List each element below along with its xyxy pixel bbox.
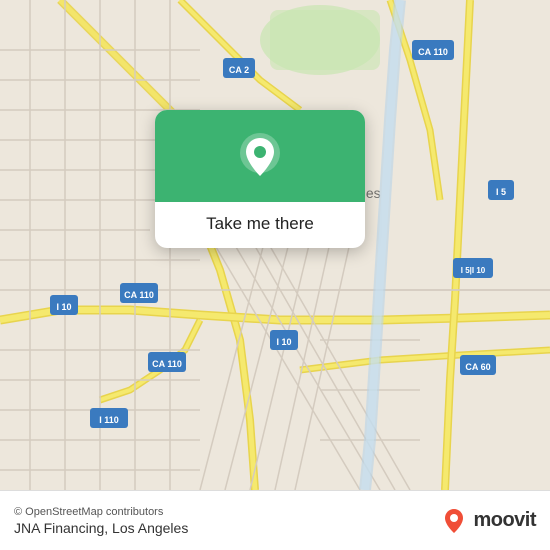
action-card[interactable]: Take me there xyxy=(155,110,365,248)
card-green-area xyxy=(155,110,365,202)
svg-text:I 10: I 10 xyxy=(56,302,71,312)
take-me-there-button[interactable]: Take me there xyxy=(206,202,314,248)
svg-text:CA 110: CA 110 xyxy=(124,290,154,300)
svg-text:I 5|I 10: I 5|I 10 xyxy=(461,266,486,275)
svg-text:CA 110: CA 110 xyxy=(152,359,182,369)
svg-text:I 10: I 10 xyxy=(276,337,291,347)
moovit-logo: moovit xyxy=(440,507,536,535)
place-name: JNA Financing, Los Angeles xyxy=(14,520,188,536)
bottom-bar: © OpenStreetMap contributors JNA Financi… xyxy=(0,490,550,550)
svg-text:I 5: I 5 xyxy=(496,187,506,197)
svg-text:CA 110: CA 110 xyxy=(418,47,448,57)
location-pin-icon xyxy=(234,132,286,184)
map-container: US 101 CA 2 CA 110 CA 110 I 10 I 10 I 11… xyxy=(0,0,550,490)
map-attribution: © OpenStreetMap contributors xyxy=(14,506,188,518)
moovit-text: moovit xyxy=(473,509,536,532)
moovit-icon xyxy=(440,507,468,535)
svg-text:CA 2: CA 2 xyxy=(229,65,249,75)
svg-text:I 110: I 110 xyxy=(99,415,119,425)
svg-text:CA 60: CA 60 xyxy=(465,362,490,372)
